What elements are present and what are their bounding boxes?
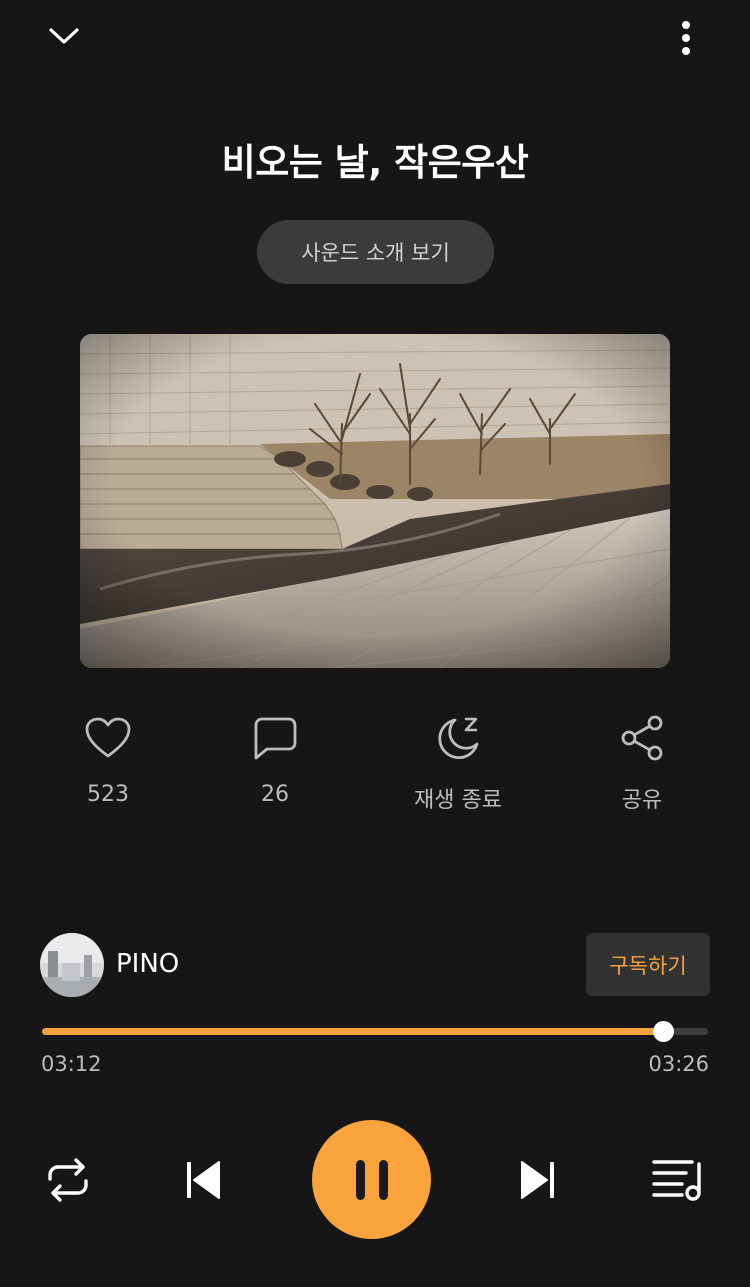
player-screen: 비오는 날, 작은우산 사운드 소개 보기 523 26 재생 종료 공유 PI… [0,0,750,1287]
current-time: 03:12 [41,1052,102,1076]
next-button[interactable] [508,1150,568,1210]
pause-icon [355,1159,388,1200]
repeat-button[interactable] [38,1150,98,1210]
playlist-icon [652,1160,701,1201]
play-pause-button[interactable] [312,1120,431,1239]
sleep-timer-icon [438,717,479,760]
collapse-button[interactable] [34,10,94,62]
previous-button[interactable] [173,1150,233,1210]
like-count: 523 [87,782,129,807]
progress-fill [42,1028,663,1035]
share-button[interactable]: 공유 [577,708,707,814]
like-button[interactable]: 523 [43,708,173,807]
sound-intro-button[interactable]: 사운드 소개 보기 [257,220,494,284]
comment-icon [254,717,297,760]
comment-count: 26 [261,782,289,807]
artist-name[interactable]: PINO [116,949,179,979]
skip-next-icon [521,1161,554,1199]
total-time: 03:26 [648,1052,709,1076]
progress-bar[interactable] [42,1021,708,1042]
subscribe-button[interactable]: 구독하기 [586,933,710,996]
album-artwork [80,334,670,668]
heart-icon [85,717,131,758]
share-label: 공유 [621,788,663,813]
playlist-button[interactable] [646,1150,710,1210]
more-options-button[interactable] [660,10,712,66]
more-vertical-icon [682,21,690,55]
share-icon [621,715,663,761]
artist-avatar[interactable] [40,933,104,997]
sleep-timer-button[interactable]: 재생 종료 [393,708,523,814]
repeat-icon [48,1158,88,1202]
track-title: 비오는 날, 작은우산 [221,141,529,184]
comment-button[interactable]: 26 [210,708,340,807]
chevron-down-icon [49,28,79,44]
progress-thumb[interactable] [652,1021,674,1042]
skip-previous-icon [187,1161,220,1199]
sleep-timer-label: 재생 종료 [414,788,502,813]
